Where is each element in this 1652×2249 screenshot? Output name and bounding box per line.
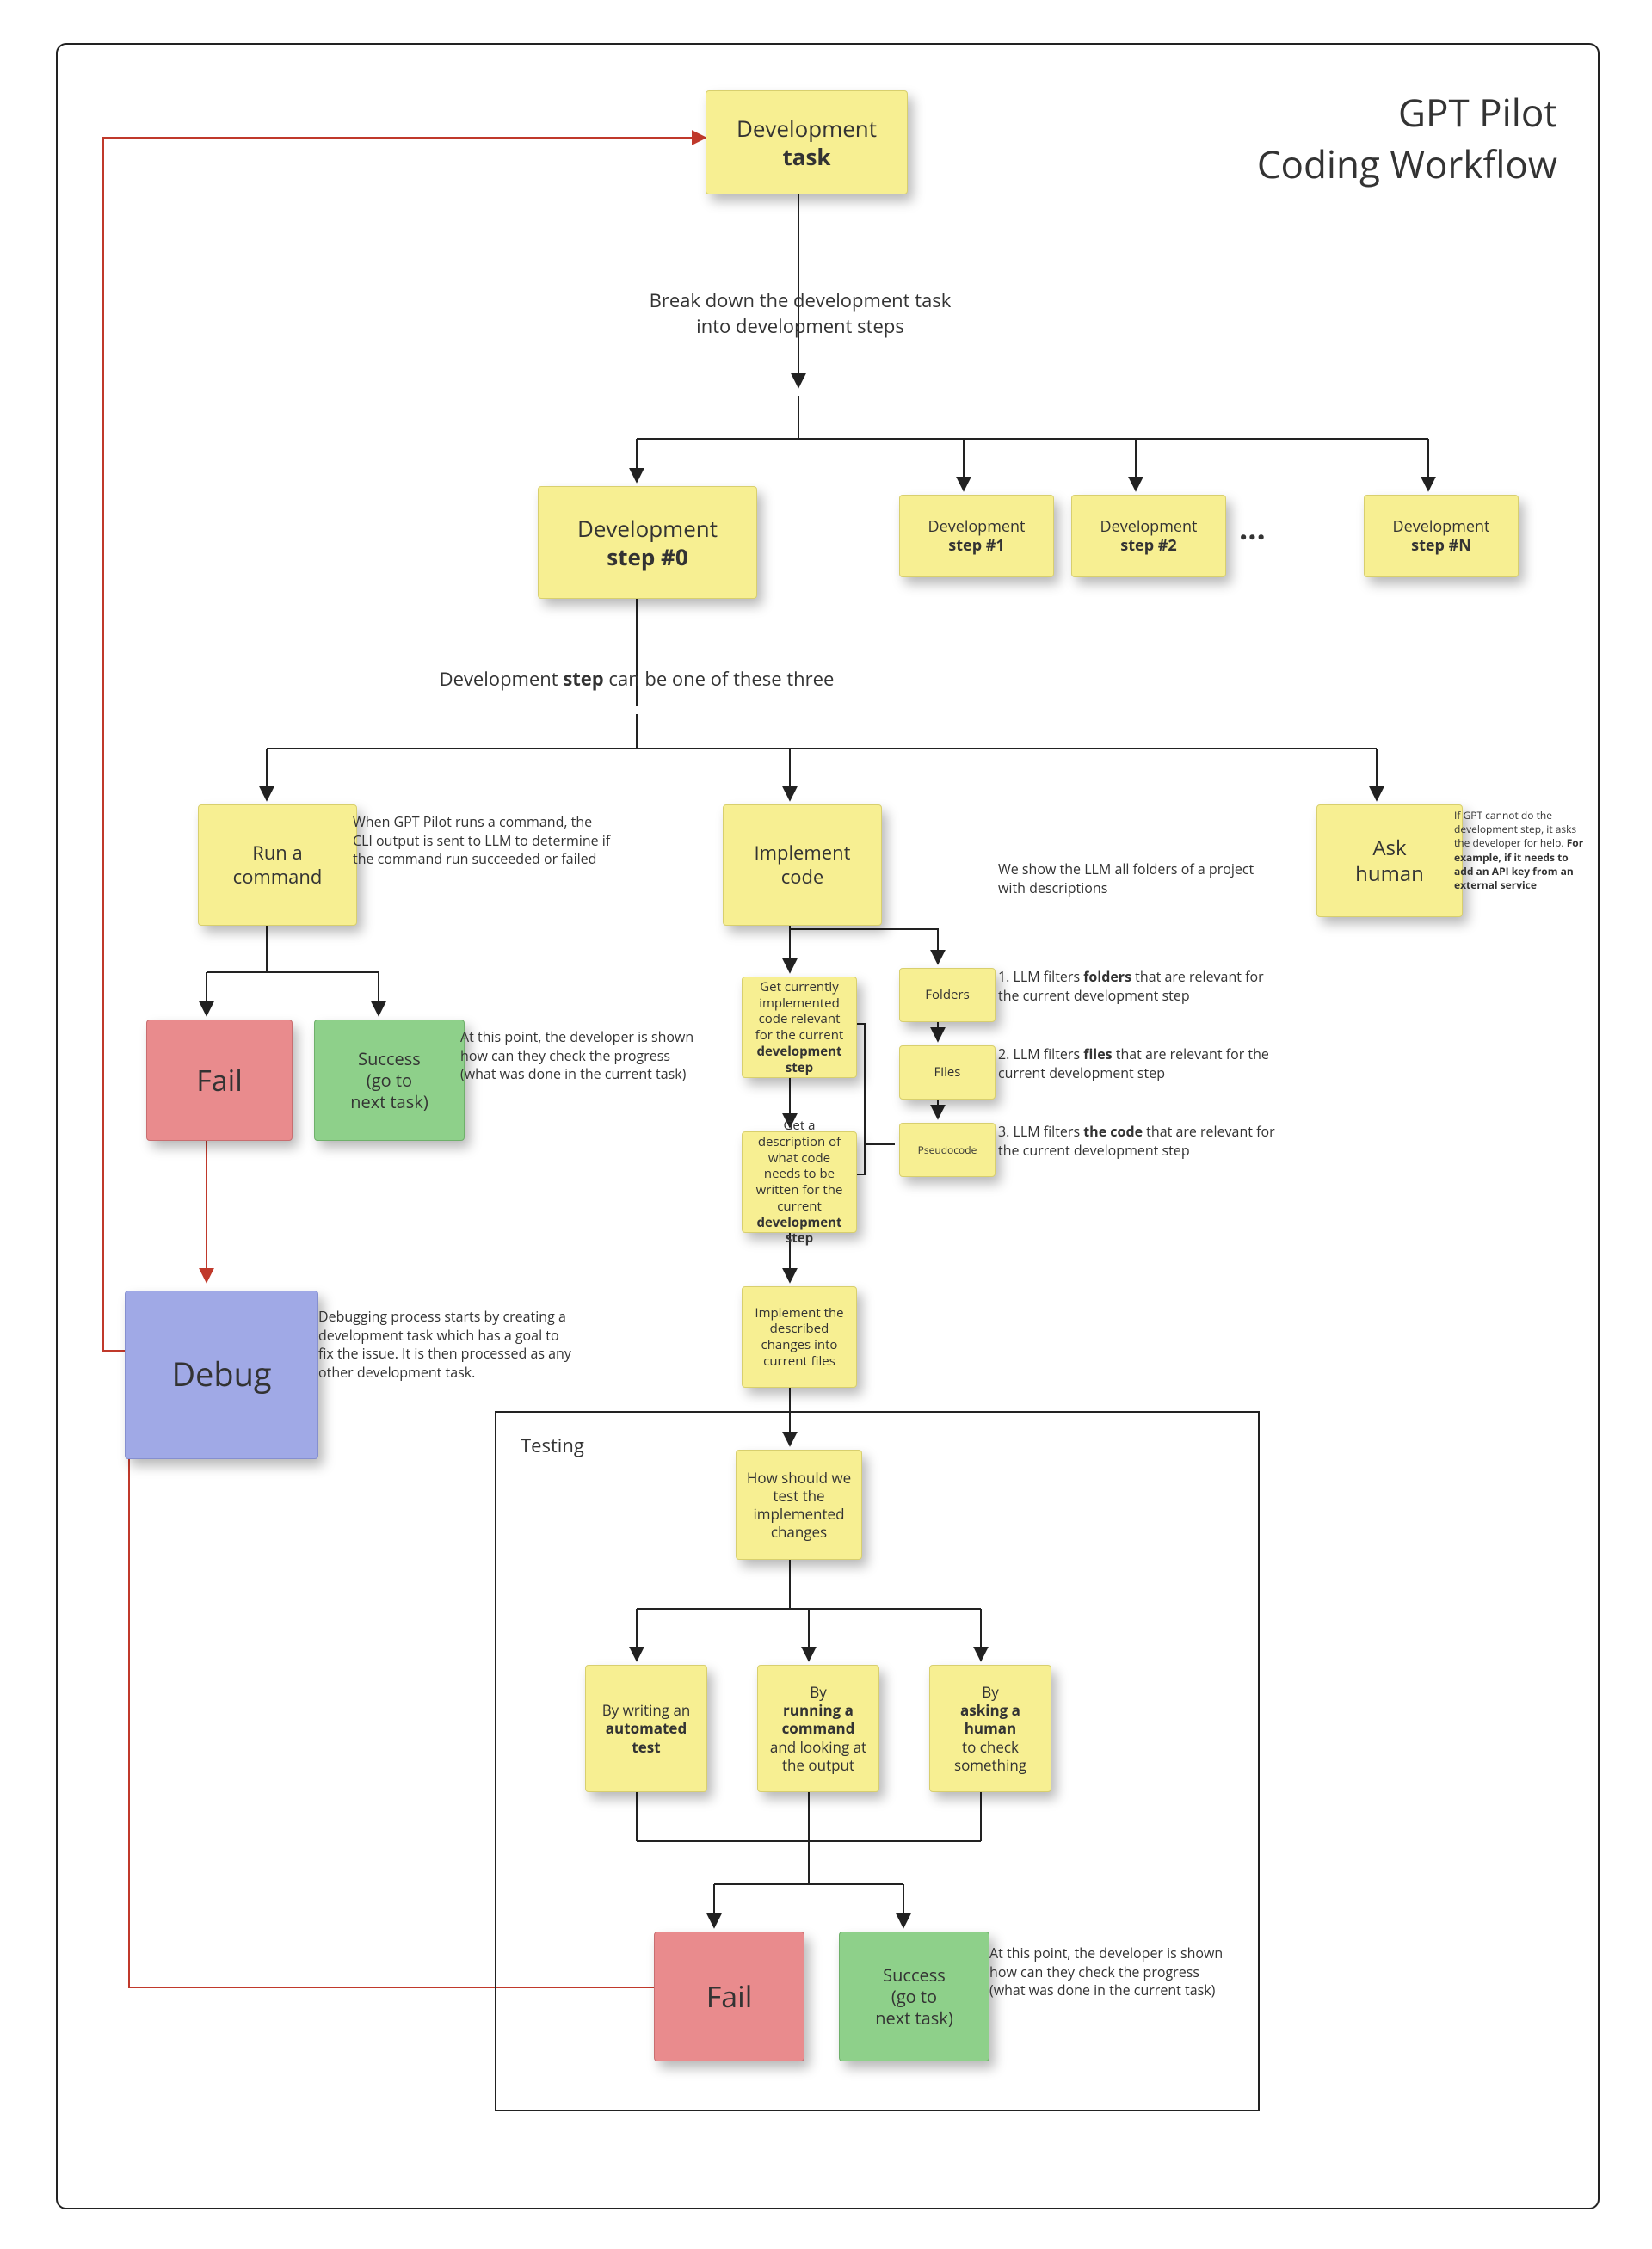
title-line1: GPT Pilot: [1257, 86, 1557, 138]
node-apply-changes: Implement the described changes into cur…: [742, 1286, 857, 1388]
node-step-1: Development step #1: [899, 495, 1054, 577]
f2-pre: 2. LLM filters: [998, 1044, 1083, 1063]
hum-b: asking a human: [939, 1701, 1042, 1738]
f3-pre: 3. LLM filters: [998, 1122, 1083, 1141]
impl-l1: Implement: [755, 841, 851, 866]
ask-human-l2: human: [1355, 861, 1424, 887]
cmd-pre: By: [810, 1683, 827, 1701]
debug-label: Debug: [171, 1354, 271, 1396]
pseudocode-text: Pseudocode: [918, 1143, 977, 1156]
note-success-testing: At this point, the developer is shown ho…: [989, 1944, 1230, 2000]
t-success-l3: next task): [875, 2007, 952, 2029]
auto-b: automated test: [595, 1719, 698, 1756]
testing-label: Testing: [521, 1433, 584, 1458]
title-line2: Coding Workflow: [1257, 138, 1557, 189]
node-run-command: Run a command: [198, 804, 357, 926]
dev-task-l1: Development: [737, 114, 877, 143]
success-l1: Success: [358, 1048, 421, 1069]
cmd-post: and looking at the output: [767, 1738, 870, 1775]
note-success-runcmd: At this point, the developer is shown ho…: [460, 1028, 701, 1084]
stepn-l2: step #N: [1411, 536, 1471, 556]
success-l2: (go to: [367, 1069, 412, 1091]
auto-pre: By writing an: [602, 1701, 691, 1719]
step1-l1: Development: [928, 517, 1026, 537]
branch-post: can be one of these three: [604, 666, 835, 692]
node-files: Files: [899, 1045, 996, 1100]
note-filter-code: 3. LLM filters the code that are relevan…: [998, 1123, 1282, 1160]
node-test-auto: By writing an automated test: [585, 1665, 707, 1792]
node-step-0: Development step #0: [538, 486, 757, 599]
branch-b: step: [563, 666, 603, 692]
node-development-task: Development task: [706, 90, 908, 194]
get-code-pre: Get currently implemented code relevant …: [751, 979, 848, 1044]
ask-human-l1: Ask: [1372, 835, 1406, 861]
t-success-l2: (go to: [891, 1986, 937, 2007]
node-step-n: Development step #N: [1364, 495, 1519, 577]
stepn-l1: Development: [1393, 517, 1490, 537]
f1-b: folders: [1083, 967, 1131, 986]
hum-post: to check something: [939, 1738, 1042, 1775]
breakdown-l2: into development steps: [585, 314, 1015, 340]
step2-l2: step #2: [1120, 536, 1176, 556]
node-testing-question: How should we test the implemented chang…: [736, 1450, 862, 1560]
f3-b: the code: [1083, 1122, 1143, 1141]
get-desc-b: development step: [751, 1215, 848, 1248]
folders-text: Folders: [925, 987, 969, 1003]
node-success-runcmd: Success (go to next task): [314, 1020, 465, 1141]
note-filter-files: 2. LLM filters files that are relevant f…: [998, 1045, 1282, 1082]
node-success-testing: Success (go to next task): [839, 1932, 989, 2061]
note-folders-intro: We show the LLM all folders of a project…: [998, 860, 1256, 897]
node-pseudocode: Pseudocode: [899, 1123, 996, 1177]
node-test-human: By asking a human to check something: [929, 1665, 1051, 1792]
apply-text: Implement the described changes into cur…: [751, 1305, 848, 1370]
f1-pre: 1. LLM filters: [998, 967, 1083, 986]
get-code-b: development step: [751, 1044, 848, 1076]
node-get-relevant-code: Get currently implemented code relevant …: [742, 977, 857, 1078]
ask-human-note-p: If GPT cannot do the development step, i…: [1454, 808, 1576, 850]
run-cmd-l2: command: [233, 866, 323, 890]
t-success-l1: Success: [883, 1964, 946, 1986]
files-text: Files: [934, 1064, 961, 1081]
branch-pre: Development: [440, 666, 564, 692]
note-run-command: When GPT Pilot runs a command, the CLI o…: [353, 813, 611, 869]
node-fail-testing: Fail: [654, 1932, 804, 2061]
node-test-command: By running a command and looking at the …: [757, 1665, 879, 1792]
diagram-title: GPT Pilot Coding Workflow: [1257, 86, 1557, 189]
fail-label: Fail: [196, 1062, 243, 1099]
cmd-b: running a command: [767, 1701, 870, 1738]
testing-fail-label: Fail: [706, 1978, 753, 2015]
node-fail-runcmd: Fail: [146, 1020, 293, 1141]
testing-q: How should we test the implemented chang…: [745, 1469, 853, 1542]
step0-l2: step #0: [607, 543, 687, 571]
breakdown-l1: Break down the development task: [585, 288, 1015, 314]
get-desc-pre: Get a description of what code needs to …: [751, 1118, 848, 1215]
node-ask-human: Ask human: [1316, 804, 1463, 917]
note-filter-folders: 1. LLM filters folders that are relevant…: [998, 968, 1282, 1005]
dev-task-l2: task: [782, 143, 830, 171]
node-implement-code: Implement code: [723, 804, 882, 926]
caption-branch: Development step can be one of these thr…: [404, 667, 869, 693]
caption-breakdown: Break down the development task into dev…: [585, 288, 1015, 339]
node-folders: Folders: [899, 968, 996, 1022]
success-l3: next task): [350, 1091, 428, 1112]
run-cmd-l1: Run a: [252, 841, 303, 866]
hum-pre: By: [982, 1683, 999, 1701]
f2-b: files: [1083, 1044, 1112, 1063]
node-debug: Debug: [125, 1291, 318, 1459]
step0-l1: Development: [577, 514, 718, 543]
note-debug: Debugging process starts by creating a d…: [318, 1308, 576, 1382]
impl-l2: code: [781, 866, 824, 890]
note-ask-human: If GPT cannot do the development step, i…: [1454, 809, 1587, 892]
step1-l2: step #1: [948, 536, 1004, 556]
step2-l1: Development: [1100, 517, 1198, 537]
node-get-description: Get a description of what code needs to …: [742, 1131, 857, 1233]
diagram-canvas: { "title": {"line1": "GPT Pilot", "line2…: [0, 0, 1652, 2249]
steps-ellipsis: …: [1239, 508, 1266, 550]
node-step-2: Development step #2: [1071, 495, 1226, 577]
